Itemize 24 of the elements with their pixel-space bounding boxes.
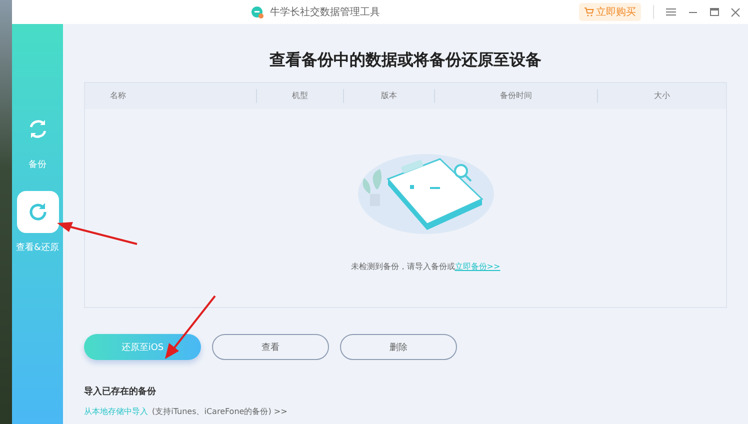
maximize-icon[interactable] [710,8,719,16]
buy-now-button[interactable]: 立即购买 [579,3,641,21]
column-header: 版本 [344,89,435,103]
chat-bubble-icon [251,6,264,18]
sidebar-item[interactable]: 备份 [12,108,63,171]
import-title: 导入已存在的备份 [84,385,157,398]
refresh-icon [26,201,48,223]
menu-icon[interactable] [666,8,676,16]
close-icon[interactable] [731,8,740,16]
column-header: 大小 [653,90,671,102]
column-header: 名称 [85,89,257,103]
action-button[interactable]: 查看 [212,334,329,360]
page-heading: 查看备份中的数据或将备份还原至设备 [268,50,542,71]
cart-icon [584,7,594,17]
column-header: 备份时间 [435,89,598,103]
window-title: 牛学长社交数据管理工具 [270,6,380,19]
column-header: 机型 [257,89,344,103]
backup-now-link[interactable]: 立即备份>> [454,262,500,271]
action-button[interactable]: 删除 [340,334,457,360]
import-local-link[interactable]: 从本地存储中导入 [84,406,148,417]
annotation-arrow [163,294,217,360]
restore-button[interactable]: 还原至iOS [84,334,201,360]
empty-message: 未检测到备份，请导入备份或立即备份>> [350,261,500,272]
import-note: (支持iTunes、iCareFone的备份) >> [152,406,288,417]
